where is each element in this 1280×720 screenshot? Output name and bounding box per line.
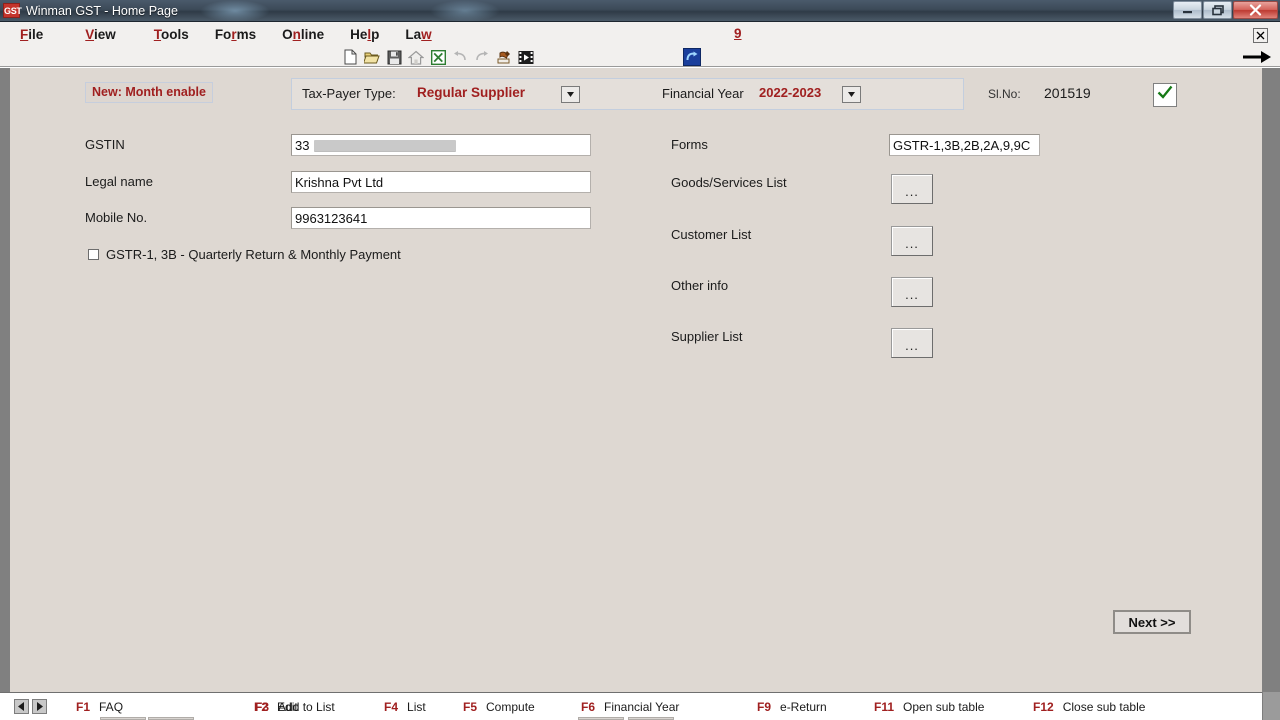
- goods-services-list-label: Goods/Services List: [671, 175, 787, 190]
- open-folder-icon[interactable]: [363, 48, 381, 66]
- fkey-f11-desc: Open sub table: [903, 700, 984, 714]
- title-bar: GST Winman GST - Home Page: [0, 0, 1280, 22]
- toolbar-close-box[interactable]: [1253, 28, 1268, 43]
- menu-tools[interactable]: Tools: [148, 27, 195, 42]
- fkey-f5[interactable]: F5 Compute: [463, 700, 535, 714]
- forms-label: Forms: [671, 137, 708, 152]
- undo-icon: [451, 48, 469, 66]
- form-canvas: [10, 68, 1262, 692]
- window-title: Winman GST - Home Page: [26, 4, 178, 18]
- new-feature-badge: New: Month enable: [85, 82, 213, 103]
- fkey-f12-desc: Close sub table: [1063, 700, 1146, 714]
- right-rail: [1262, 68, 1280, 692]
- app-gst-icon: GST: [3, 3, 20, 18]
- home-icon[interactable]: [407, 48, 425, 66]
- other-info-label: Other info: [671, 278, 728, 293]
- fkey-f6-desc: Financial Year: [604, 700, 679, 714]
- redo-icon: [473, 48, 491, 66]
- print-icon[interactable]: [495, 48, 513, 66]
- function-key-hints: F1FAQ F2Edit F3Add to List F4List F5Comp…: [0, 693, 1280, 720]
- minimize-button[interactable]: [1173, 1, 1202, 19]
- titlebar-glow-right: [430, 0, 500, 22]
- customer-list-button[interactable]: ...: [891, 226, 933, 256]
- titlebar-glow-left: [200, 0, 270, 22]
- gstin-input[interactable]: 33: [291, 134, 591, 156]
- mobile-no-label: Mobile No.: [85, 210, 147, 225]
- menu-file[interactable]: File: [14, 27, 49, 42]
- fkey-f12-key: F12: [1033, 700, 1054, 714]
- fkey-f9[interactable]: F9 e-Return: [757, 700, 827, 714]
- application-window: GST Winman GST - Home Page File View To: [0, 0, 1280, 720]
- gstin-value: 33: [295, 138, 309, 153]
- goods-services-list-button[interactable]: ...: [891, 174, 933, 204]
- gstin-redaction-bar: [314, 140, 456, 151]
- financial-year-value: 2022-2023: [759, 85, 821, 100]
- fkey-f4-key: F4: [384, 700, 398, 714]
- arrow-right-icon[interactable]: [1242, 47, 1272, 67]
- fkey-f5-desc: Compute: [486, 700, 535, 714]
- legal-name-input[interactable]: Krishna Pvt Ltd: [291, 171, 591, 193]
- other-info-button[interactable]: ...: [891, 277, 933, 307]
- menu-forms[interactable]: Forms: [209, 27, 262, 42]
- legal-name-value: Krishna Pvt Ltd: [295, 175, 383, 190]
- menu-view[interactable]: View: [79, 27, 122, 42]
- legal-name-label: Legal name: [85, 174, 153, 189]
- green-check-icon: [1157, 85, 1173, 105]
- supplier-list-label: Supplier List: [671, 329, 743, 344]
- forms-input[interactable]: GSTR-1,3B,2B,2A,9,9C: [889, 134, 1040, 156]
- next-button[interactable]: Next >>: [1113, 610, 1191, 634]
- menu-help[interactable]: Help: [344, 27, 385, 42]
- fkey-f1-key: F1: [76, 700, 90, 714]
- restore-button[interactable]: [1203, 1, 1232, 19]
- taxpayer-type-value: Regular Supplier: [417, 85, 525, 100]
- status-bar-resize-grip[interactable]: [1262, 692, 1280, 720]
- fkey-f4[interactable]: F4 List: [384, 700, 426, 714]
- taxpayer-panel: Tax-Payer Type: Regular Supplier Financi…: [291, 78, 964, 110]
- financial-year-label: Financial Year: [662, 86, 744, 101]
- close-button[interactable]: [1233, 1, 1278, 19]
- menu-bar: File View Tools Forms Online Help Law 9: [0, 22, 1280, 47]
- status-bar: F1FAQ F2Edit F3Add to List F4List F5Comp…: [0, 692, 1280, 720]
- financial-year-dropdown[interactable]: [842, 86, 861, 103]
- new-document-icon[interactable]: [341, 48, 359, 66]
- toolbar: [0, 47, 1280, 67]
- confirm-check-button[interactable]: [1153, 83, 1177, 107]
- fkey-f4-desc: List: [407, 700, 426, 714]
- menu-online[interactable]: Online: [276, 27, 330, 42]
- fkey-f11[interactable]: F11 Open sub table: [874, 700, 984, 714]
- quarterly-return-checkbox[interactable]: [88, 249, 99, 260]
- gstin-label: GSTIN: [85, 137, 125, 152]
- fkey-f1-desc: FAQ: [99, 700, 123, 714]
- window-controls: [1172, 1, 1278, 19]
- fkey-f3-key: F3: [255, 700, 269, 714]
- excel-export-icon[interactable]: [429, 48, 447, 66]
- fkey-f12[interactable]: F12 Close sub table: [1033, 700, 1145, 714]
- fkey-f9-key: F9: [757, 700, 771, 714]
- toolbar-icon-group: [341, 47, 535, 67]
- fkey-f3[interactable]: F3 Add to List: [255, 700, 335, 714]
- serial-no-value: 201519: [1044, 85, 1091, 101]
- fkey-f3-desc: Add to List: [278, 700, 335, 714]
- filmstrip-icon[interactable]: [517, 48, 535, 66]
- fkey-f9-desc: e-Return: [780, 700, 827, 714]
- fkey-f1[interactable]: F1 FAQ: [76, 700, 123, 714]
- menu-extra-9[interactable]: 9: [728, 26, 748, 41]
- mobile-no-value: 9963123641: [295, 211, 367, 226]
- customer-list-label: Customer List: [671, 227, 751, 242]
- taxpayer-type-label: Tax-Payer Type:: [302, 86, 396, 101]
- mobile-no-input[interactable]: 9963123641: [291, 207, 591, 229]
- taxpayer-type-dropdown[interactable]: [561, 86, 580, 103]
- quarterly-return-label: GSTR-1, 3B - Quarterly Return & Monthly …: [106, 247, 401, 262]
- supplier-list-button[interactable]: ...: [891, 328, 933, 358]
- serial-no-label: Sl.No:: [988, 87, 1021, 101]
- fkey-f11-key: F11: [874, 700, 894, 714]
- fkey-f5-key: F5: [463, 700, 477, 714]
- save-floppy-icon[interactable]: [385, 48, 403, 66]
- workspace-outer: [0, 68, 1280, 692]
- fkey-f6-key: F6: [581, 700, 595, 714]
- menu-law[interactable]: Law: [399, 27, 437, 42]
- fkey-f6[interactable]: F6 Financial Year: [581, 700, 679, 714]
- forms-value: GSTR-1,3B,2B,2A,9,9C: [893, 138, 1030, 153]
